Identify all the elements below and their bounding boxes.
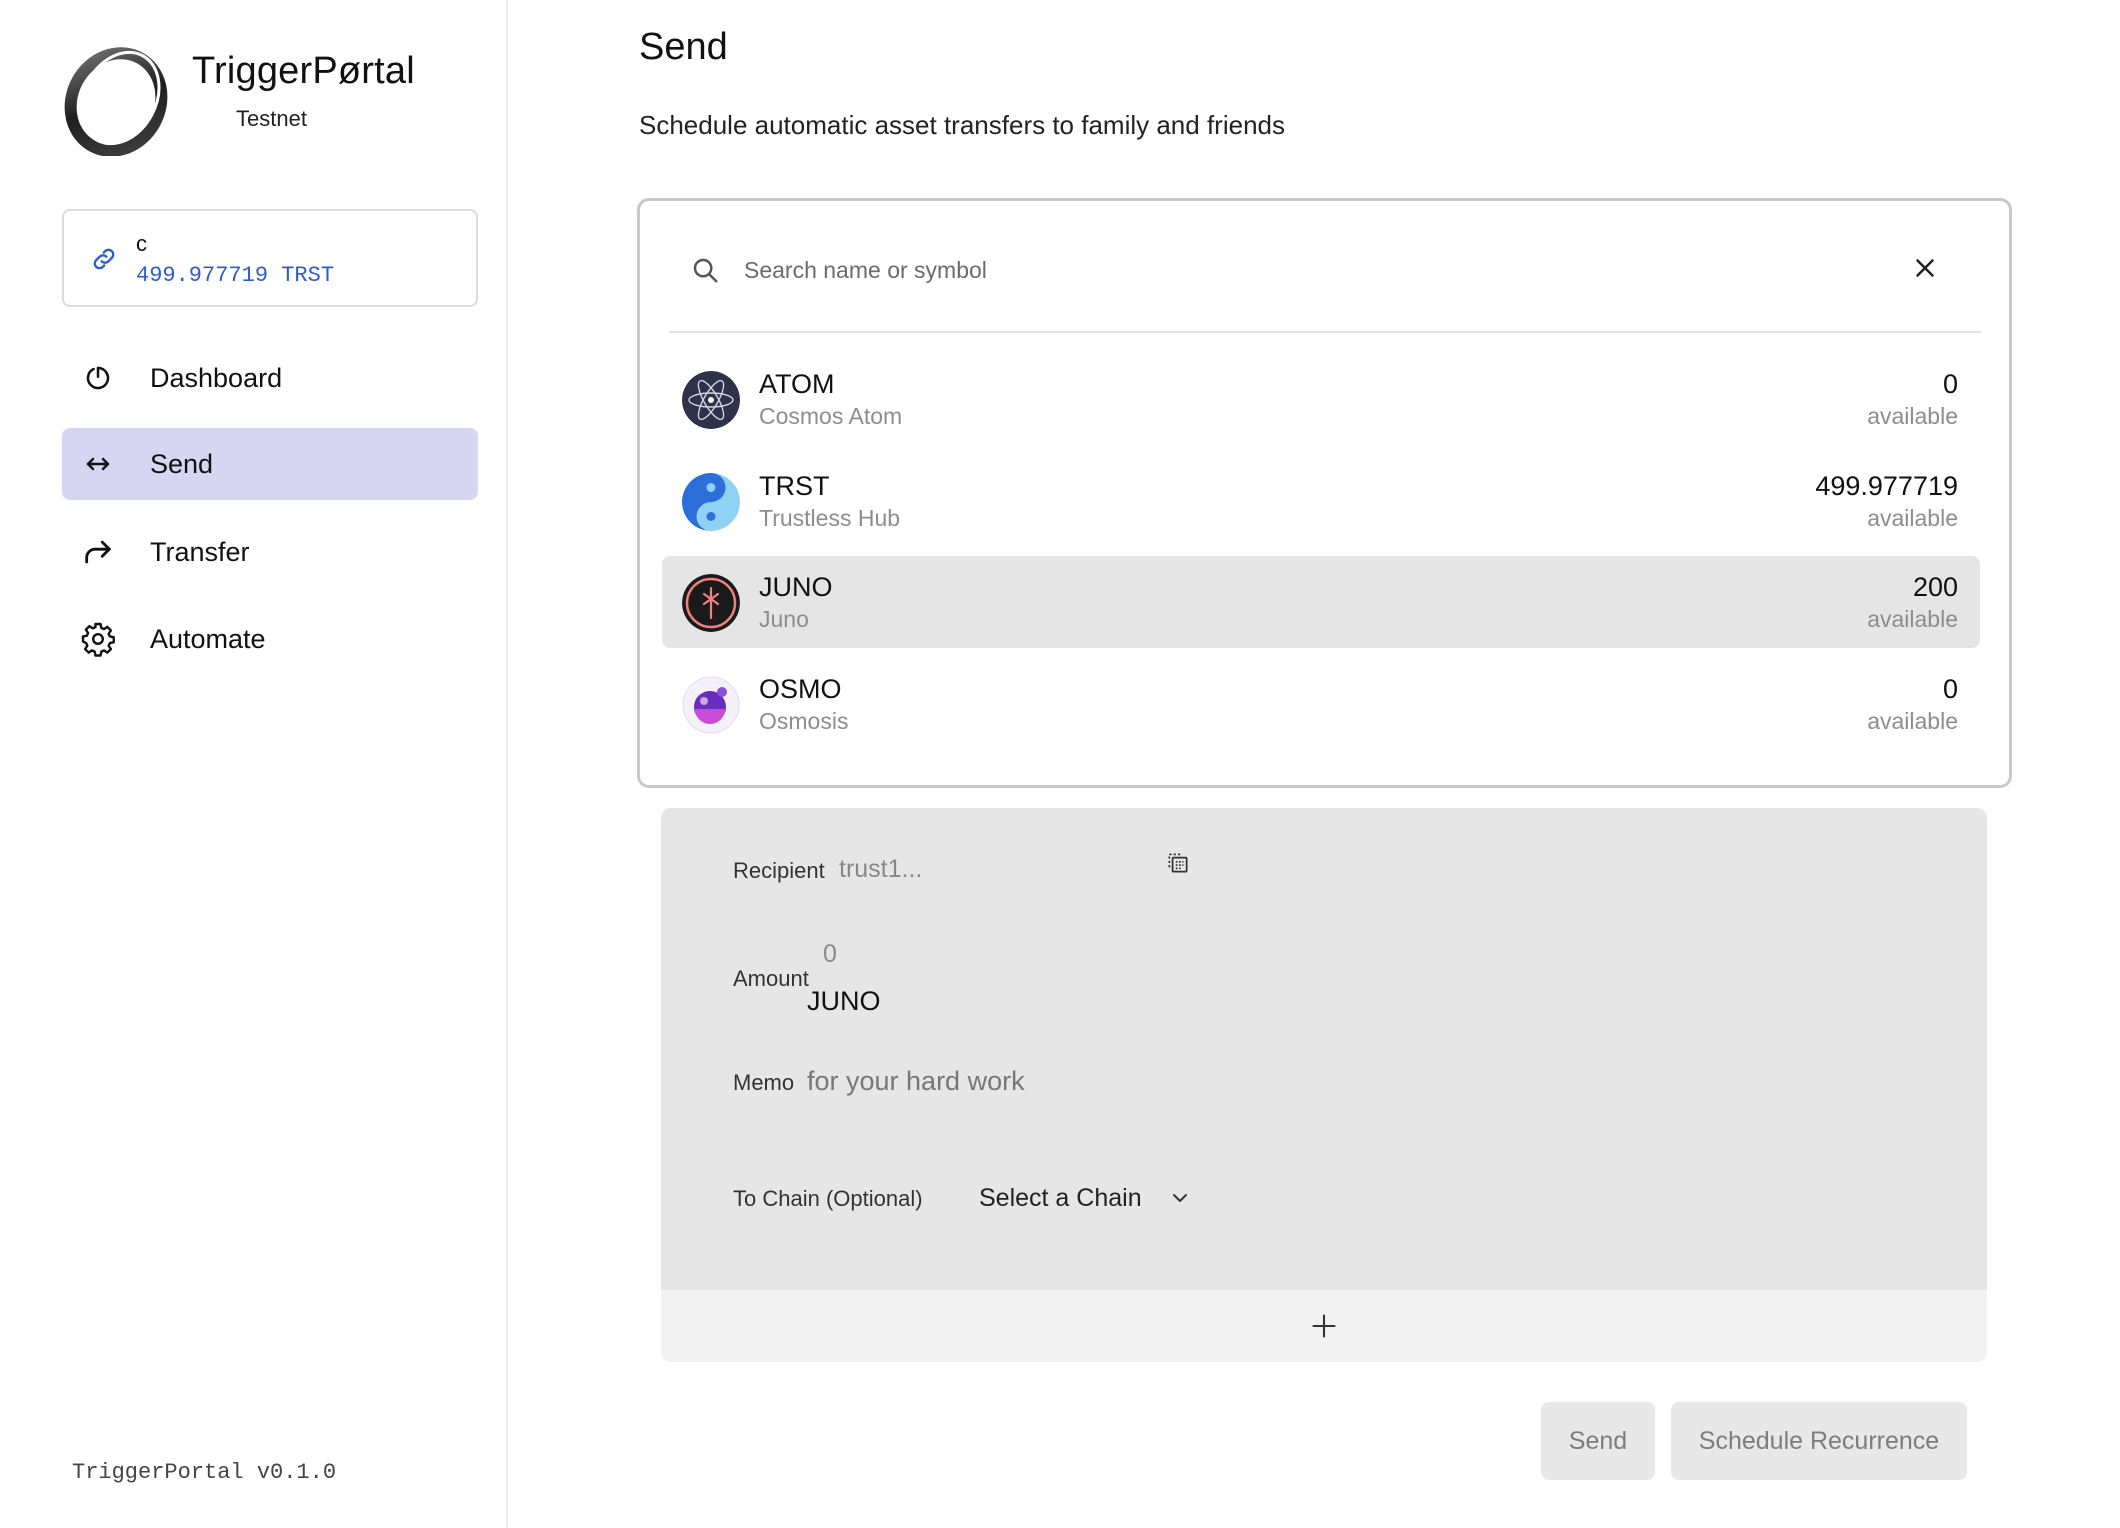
asset-row-atom[interactable]: ATOM Cosmos Atom 0 available xyxy=(662,353,1980,445)
nav-item-send[interactable]: Send xyxy=(62,428,478,500)
nav-label-automate: Automate xyxy=(150,623,266,654)
add-transfer-button[interactable] xyxy=(661,1290,1987,1362)
chevron-down-icon xyxy=(1172,1194,1187,1202)
nav-label-transfer: Transfer xyxy=(150,536,250,567)
amount-label: Amount xyxy=(733,966,809,991)
sidebar: TriggerPørtal Testnet c 499.977719 TRST … xyxy=(0,0,508,1528)
power-icon xyxy=(80,360,116,396)
nav-item-dashboard[interactable]: Dashboard xyxy=(62,342,478,414)
asset-available-label: available xyxy=(1867,505,1958,531)
nav-label-send: Send xyxy=(150,448,214,479)
arrows-left-right-icon xyxy=(80,446,116,482)
link-icon xyxy=(93,248,115,270)
wallet-card[interactable]: c 499.977719 TRST xyxy=(62,209,478,307)
asset-row-juno[interactable]: JUNO Juno 200 available xyxy=(662,556,1980,648)
plus-icon xyxy=(1312,1314,1336,1338)
asset-amount: 200 xyxy=(1912,572,1958,602)
wallet-balance: 499.977719 TRST xyxy=(136,263,335,288)
close-icon[interactable] xyxy=(1910,253,1940,283)
paste-icon[interactable] xyxy=(1165,850,1191,876)
nav-label-dashboard: Dashboard xyxy=(150,362,283,393)
schedule-recurrence-button[interactable]: Schedule Recurrence xyxy=(1671,1402,1967,1480)
asset-available-label: available xyxy=(1867,606,1958,632)
wallet-name: c xyxy=(136,231,147,256)
send-form: Recipient Amount JUNO Memo To Chain (Opt… xyxy=(661,808,1987,1290)
juno-token-icon xyxy=(682,574,740,632)
asset-symbol: JUNO xyxy=(759,572,833,602)
app-title: TriggerPørtal xyxy=(192,50,415,92)
gear-icon xyxy=(80,621,116,657)
send-button[interactable]: Send xyxy=(1541,1402,1655,1480)
asset-name: Cosmos Atom xyxy=(759,403,903,429)
network-label: Testnet xyxy=(236,106,307,131)
asset-available-label: available xyxy=(1867,708,1958,734)
asset-name: Osmosis xyxy=(759,708,849,734)
nav-item-transfer[interactable]: Transfer xyxy=(62,516,478,588)
asset-search-input[interactable] xyxy=(742,247,1746,293)
asset-amount: 0 xyxy=(1942,674,1958,704)
forward-arrow-icon xyxy=(80,534,116,570)
asset-row-trst[interactable]: TRST Trustless Hub 499.977719 available xyxy=(662,455,1980,547)
memo-label: Memo xyxy=(733,1070,795,1095)
trst-token-icon xyxy=(682,473,740,531)
asset-amount: 499.977719 xyxy=(1815,471,1958,501)
nav-item-automate[interactable]: Automate xyxy=(62,603,478,675)
recipient-input[interactable] xyxy=(837,848,1161,890)
search-icon xyxy=(693,258,718,283)
asset-symbol: OSMO xyxy=(759,674,842,704)
chain-select-value: Select a Chain xyxy=(979,1183,1142,1212)
asset-name: Trustless Hub xyxy=(759,505,901,531)
app-version: TriggerPortal v0.1.0 xyxy=(72,1460,337,1485)
chain-select[interactable]: Select a Chain xyxy=(979,1178,1192,1218)
asset-row-osmo[interactable]: OSMO Osmosis 0 available xyxy=(662,658,1980,750)
asset-available-label: available xyxy=(1867,403,1958,429)
memo-input[interactable] xyxy=(805,1060,1509,1102)
amount-unit: JUNO xyxy=(807,986,881,1016)
recipient-label: Recipient xyxy=(733,858,825,883)
asset-amount: 0 xyxy=(1942,369,1958,399)
amount-input[interactable] xyxy=(821,934,1125,974)
to-chain-label: To Chain (Optional) xyxy=(733,1186,923,1211)
osmo-token-icon xyxy=(682,676,740,734)
page-title: Send xyxy=(639,26,728,68)
app-logo xyxy=(64,47,168,156)
asset-symbol: TRST xyxy=(759,471,830,501)
page-subtitle: Schedule automatic asset transfers to fa… xyxy=(639,110,1285,140)
asset-name: Juno xyxy=(759,606,809,632)
atom-token-icon xyxy=(682,371,740,429)
asset-symbol: ATOM xyxy=(759,369,835,399)
asset-picker: ATOM Cosmos Atom 0 available TRST Trustl… xyxy=(637,198,2012,788)
search-divider xyxy=(669,331,1982,333)
